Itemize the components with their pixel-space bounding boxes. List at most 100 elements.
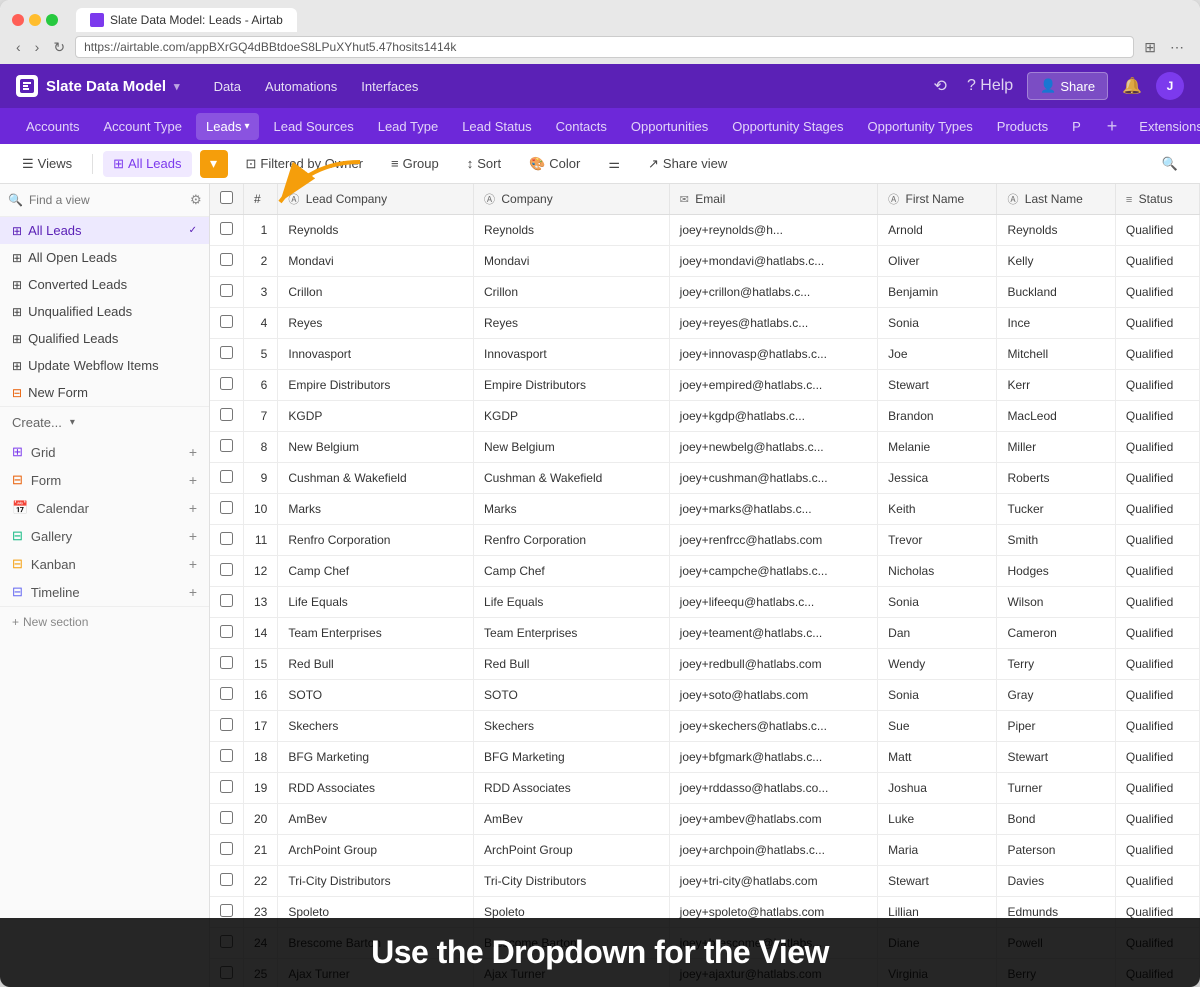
- lead-company-cell[interactable]: KGDP: [278, 401, 474, 432]
- status-cell[interactable]: Qualified: [1115, 215, 1199, 246]
- last-name-cell[interactable]: Stewart: [997, 742, 1115, 773]
- lead-company-cell[interactable]: Marks: [278, 494, 474, 525]
- lead-company-cell[interactable]: Renfro Corporation: [278, 525, 474, 556]
- lead-company-cell[interactable]: Reynolds: [278, 215, 474, 246]
- status-cell[interactable]: Qualified: [1115, 246, 1199, 277]
- company-cell[interactable]: Mondavi: [474, 246, 670, 277]
- first-name-cell[interactable]: Joe: [878, 339, 997, 370]
- create-section[interactable]: Create... ▾: [0, 406, 209, 438]
- company-cell[interactable]: Skechers: [474, 711, 670, 742]
- first-name-cell[interactable]: Sonia: [878, 680, 997, 711]
- table-row[interactable]: 5 Innovasport Innovasport joey+innovasp@…: [210, 339, 1200, 370]
- create-grid-item[interactable]: ⊞ Grid +: [0, 438, 209, 466]
- last-name-cell[interactable]: Turner: [997, 773, 1115, 804]
- table-row[interactable]: 18 BFG Marketing BFG Marketing joey+bfgm…: [210, 742, 1200, 773]
- lead-company-cell[interactable]: Team Enterprises: [278, 618, 474, 649]
- status-cell[interactable]: Qualified: [1115, 587, 1199, 618]
- new-section-button[interactable]: + New section: [0, 606, 209, 637]
- company-cell[interactable]: Empire Distributors: [474, 370, 670, 401]
- add-table-button[interactable]: +: [1099, 112, 1126, 141]
- th-company[interactable]: Ⓐ Company: [474, 184, 670, 215]
- row-checkbox[interactable]: [220, 873, 233, 886]
- email-cell[interactable]: joey+archpoin@hatlabs.c...: [669, 835, 878, 866]
- table-nav-opportunities[interactable]: Opportunities: [621, 113, 718, 140]
- row-checkbox[interactable]: [220, 439, 233, 452]
- first-name-cell[interactable]: Joshua: [878, 773, 997, 804]
- company-cell[interactable]: RDD Associates: [474, 773, 670, 804]
- help-button[interactable]: ? Help: [961, 73, 1019, 99]
- lead-company-cell[interactable]: Crillon: [278, 277, 474, 308]
- last-name-cell[interactable]: Gray: [997, 680, 1115, 711]
- email-cell[interactable]: joey+campche@hatlabs.c...: [669, 556, 878, 587]
- nav-automations[interactable]: Automations: [255, 73, 347, 100]
- email-cell[interactable]: joey+skechers@hatlabs.c...: [669, 711, 878, 742]
- first-name-cell[interactable]: Oliver: [878, 246, 997, 277]
- sidebar-item-all-leads[interactable]: ⊞ All Leads ✓: [0, 217, 209, 244]
- status-cell[interactable]: Qualified: [1115, 649, 1199, 680]
- sidebar-item-update-webflow[interactable]: ⊞ Update Webflow Items: [0, 352, 209, 379]
- th-email[interactable]: ✉ Email: [669, 184, 878, 215]
- last-name-cell[interactable]: Kerr: [997, 370, 1115, 401]
- row-checkbox[interactable]: [220, 315, 233, 328]
- create-gallery-item[interactable]: ⊟ Gallery +: [0, 522, 209, 550]
- last-name-cell[interactable]: Terry: [997, 649, 1115, 680]
- table-row[interactable]: 10 Marks Marks joey+marks@hatlabs.c... K…: [210, 494, 1200, 525]
- company-cell[interactable]: New Belgium: [474, 432, 670, 463]
- lead-company-cell[interactable]: Camp Chef: [278, 556, 474, 587]
- notifications-button[interactable]: 🔔: [1116, 72, 1148, 100]
- first-name-cell[interactable]: Dan: [878, 618, 997, 649]
- row-checkbox[interactable]: [220, 749, 233, 762]
- sidebar-item-new-form[interactable]: ⊟ New Form: [0, 379, 209, 406]
- table-row[interactable]: 20 AmBev AmBev joey+ambev@hatlabs.com Lu…: [210, 804, 1200, 835]
- email-cell[interactable]: joey+soto@hatlabs.com: [669, 680, 878, 711]
- row-checkbox[interactable]: [220, 687, 233, 700]
- first-name-cell[interactable]: Nicholas: [878, 556, 997, 587]
- row-checkbox[interactable]: [220, 842, 233, 855]
- lead-company-cell[interactable]: AmBev: [278, 804, 474, 835]
- th-status[interactable]: ≡ Status: [1115, 184, 1199, 215]
- history-button[interactable]: ⟲: [928, 72, 953, 100]
- last-name-cell[interactable]: Buckland: [997, 277, 1115, 308]
- last-name-cell[interactable]: Kelly: [997, 246, 1115, 277]
- lead-company-cell[interactable]: Tri-City Distributors: [278, 866, 474, 897]
- row-checkbox[interactable]: [220, 625, 233, 638]
- table-row[interactable]: 11 Renfro Corporation Renfro Corporation…: [210, 525, 1200, 556]
- row-checkbox[interactable]: [220, 346, 233, 359]
- email-cell[interactable]: joey+rddasso@hatlabs.co...: [669, 773, 878, 804]
- search-button[interactable]: 🔍: [1152, 151, 1188, 177]
- table-nav-accounts[interactable]: Accounts: [16, 113, 89, 140]
- create-timeline-item[interactable]: ⊟ Timeline +: [0, 578, 209, 606]
- company-cell[interactable]: Marks: [474, 494, 670, 525]
- email-cell[interactable]: joey+newbelg@hatlabs.c...: [669, 432, 878, 463]
- company-cell[interactable]: Tri-City Distributors: [474, 866, 670, 897]
- first-name-cell[interactable]: Matt: [878, 742, 997, 773]
- browser-tab[interactable]: Slate Data Model: Leads - Airtab: [76, 8, 297, 32]
- th-last-name[interactable]: Ⓐ Last Name: [997, 184, 1115, 215]
- row-checkbox[interactable]: [220, 563, 233, 576]
- group-button[interactable]: ≡ Group: [381, 151, 449, 176]
- company-cell[interactable]: Crillon: [474, 277, 670, 308]
- lead-company-cell[interactable]: Innovasport: [278, 339, 474, 370]
- table-row[interactable]: 2 Mondavi Mondavi joey+mondavi@hatlabs.c…: [210, 246, 1200, 277]
- row-checkbox[interactable]: [220, 904, 233, 917]
- first-name-cell[interactable]: Brandon: [878, 401, 997, 432]
- create-kanban-item[interactable]: ⊟ Kanban +: [0, 550, 209, 578]
- email-cell[interactable]: joey+bfgmark@hatlabs.c...: [669, 742, 878, 773]
- lead-company-cell[interactable]: ArchPoint Group: [278, 835, 474, 866]
- company-cell[interactable]: Reynolds: [474, 215, 670, 246]
- first-name-cell[interactable]: Keith: [878, 494, 997, 525]
- row-checkbox[interactable]: [220, 594, 233, 607]
- row-checkbox[interactable]: [220, 253, 233, 266]
- lead-company-cell[interactable]: Empire Distributors: [278, 370, 474, 401]
- row-checkbox[interactable]: [220, 532, 233, 545]
- sidebar-item-qualified-leads[interactable]: ⊞ Qualified Leads: [0, 325, 209, 352]
- back-button[interactable]: ‹: [12, 37, 25, 57]
- table-row[interactable]: 9 Cushman & Wakefield Cushman & Wakefiel…: [210, 463, 1200, 494]
- table-row[interactable]: 3 Crillon Crillon joey+crillon@hatlabs.c…: [210, 277, 1200, 308]
- sidebar-settings-icon[interactable]: ⚙: [190, 192, 202, 208]
- last-name-cell[interactable]: Ince: [997, 308, 1115, 339]
- status-cell[interactable]: Qualified: [1115, 339, 1199, 370]
- email-cell[interactable]: joey+reynolds@h...: [669, 215, 878, 246]
- status-cell[interactable]: Qualified: [1115, 463, 1199, 494]
- email-cell[interactable]: joey+teament@hatlabs.c...: [669, 618, 878, 649]
